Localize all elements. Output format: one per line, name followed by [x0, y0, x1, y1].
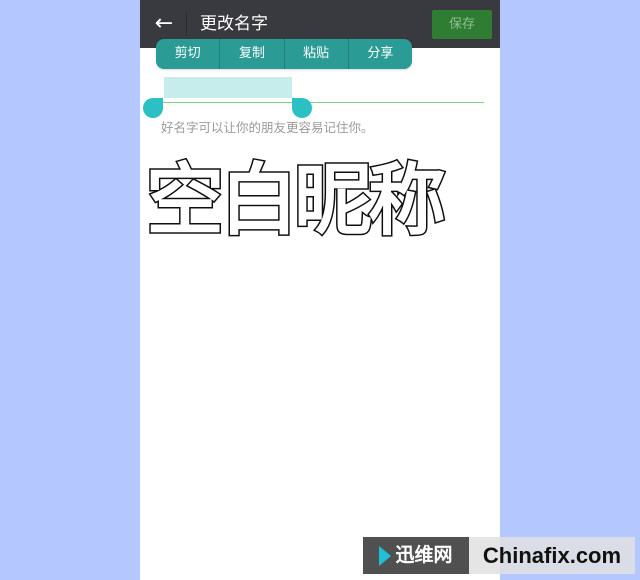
- page-title: 更改名字: [200, 14, 268, 34]
- selection-end-handle[interactable]: [292, 98, 312, 118]
- save-button[interactable]: 保存: [432, 10, 492, 39]
- chevron-right-icon: [379, 545, 392, 566]
- overlay-caption: 空白昵称: [145, 156, 448, 246]
- text-context-menu: 剪切 复制 粘贴 分享: [156, 39, 412, 69]
- site-watermark: 迅维网 Chinafix.com: [363, 537, 635, 574]
- name-input-selection[interactable]: [164, 77, 292, 98]
- selection-start-handle[interactable]: [143, 98, 163, 118]
- cut-menu-item[interactable]: 剪切: [156, 39, 221, 69]
- back-arrow-icon[interactable]: ←: [150, 10, 178, 38]
- copy-menu-item[interactable]: 复制: [220, 39, 285, 69]
- name-input-underline: [152, 102, 484, 103]
- watermark-domain: Chinafix.com: [469, 537, 635, 574]
- paste-menu-item[interactable]: 粘贴: [285, 39, 349, 69]
- watermark-logo: 迅维网: [363, 537, 469, 574]
- share-menu-item[interactable]: 分享: [349, 39, 412, 69]
- title-divider: [186, 12, 187, 36]
- phone-screen: ← 更改名字 保存 剪切 复制 粘贴 分享 好名字可以让你的朋友更容易记住你。 …: [140, 0, 500, 580]
- name-hint-text: 好名字可以让你的朋友更容易记住你。: [161, 120, 374, 135]
- watermark-logo-text: 迅维网: [395, 544, 453, 566]
